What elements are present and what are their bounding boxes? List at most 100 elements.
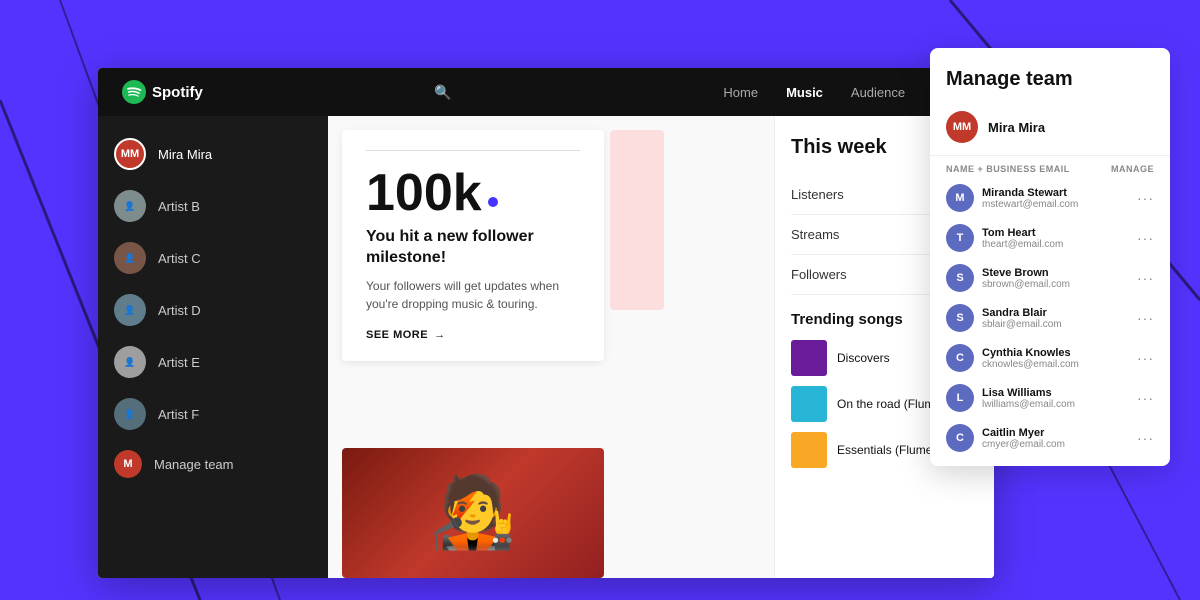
avatar-artist-b: 👤 <box>114 190 146 222</box>
manage-team-owner-name: Mira Mira <box>988 120 1045 135</box>
member-dots-sandra[interactable]: ··· <box>1137 310 1154 326</box>
member-dots-caitlin[interactable]: ··· <box>1137 430 1154 446</box>
manage-team-panel: Manage team MM Mira Mira NAME + BUSINESS… <box>930 48 1170 466</box>
milestone-title: You hit a new follower milestone! <box>366 227 580 269</box>
member-name-miranda: Miranda Stewart <box>982 187 1129 199</box>
member-email-sandra: sblair@email.com <box>982 319 1129 330</box>
spotify-logo-icon <box>122 80 146 104</box>
avatar-artist-d: 👤 <box>114 294 146 326</box>
promo-block <box>610 130 664 310</box>
member-dots-steve[interactable]: ··· <box>1137 270 1154 286</box>
search-icon[interactable]: 🔍 <box>434 84 451 101</box>
milestone-dot <box>488 197 498 207</box>
member-info-caitlin: Caitlin Myer cmyer@email.com <box>982 427 1129 450</box>
app-body: MM Mira Mira 👤 Artist B 👤 Artist C 👤 Art… <box>98 116 994 578</box>
manage-team-badge: M <box>114 450 142 478</box>
avatar-caitlin: C <box>946 424 974 452</box>
member-dots-miranda[interactable]: ··· <box>1137 190 1154 206</box>
member-email-tom: theart@email.com <box>982 239 1129 250</box>
avatar-mira-mira: MM <box>114 138 146 170</box>
member-info-sandra: Sandra Blair sblair@email.com <box>982 307 1129 330</box>
team-member-miranda: M Miranda Stewart mstewart@email.com ··· <box>930 178 1170 218</box>
team-member-steve: S Steve Brown sbrown@email.com ··· <box>930 258 1170 298</box>
manage-team-panel-title: Manage team <box>930 68 1170 103</box>
sidebar-label-artist-e: Artist E <box>158 355 200 370</box>
avatar-tom: T <box>946 224 974 252</box>
avatar-artist-c: 👤 <box>114 242 146 274</box>
member-name-caitlin: Caitlin Myer <box>982 427 1129 439</box>
sidebar-item-artist-e[interactable]: 👤 Artist E <box>98 336 328 388</box>
milestone-card: 100k You hit a new follower milestone! Y… <box>342 130 604 361</box>
logo-text: Spotify <box>152 84 203 101</box>
team-member-sandra: S Sandra Blair sblair@email.com ··· <box>930 298 1170 338</box>
member-dots-tom[interactable]: ··· <box>1137 230 1154 246</box>
member-dots-lisa[interactable]: ··· <box>1137 390 1154 406</box>
member-info-cynthia: Cynthia Knowles cknowles@email.com <box>982 347 1129 370</box>
member-dots-cynthia[interactable]: ··· <box>1137 350 1154 366</box>
avatar-sandra: S <box>946 304 974 332</box>
avatar-artist-e: 👤 <box>114 346 146 378</box>
avatar-cynthia: C <box>946 344 974 372</box>
col-name-email: NAME + BUSINESS EMAIL <box>946 164 1070 174</box>
logo-area: Spotify <box>122 80 203 104</box>
arrow-right-icon: → <box>434 329 446 341</box>
member-email-lisa: lwilliams@email.com <box>982 399 1129 410</box>
milestone-description: Your followers will get updates when you… <box>366 277 580 313</box>
sidebar-item-mira-mira[interactable]: MM Mira Mira <box>98 128 328 180</box>
song-thumb-on-the-road <box>791 386 827 422</box>
see-more-label: SEE MORE <box>366 329 428 341</box>
avatar-artist-f: 👤 <box>114 398 146 430</box>
sidebar-label-artist-c: Artist C <box>158 251 201 266</box>
avatar-miranda: M <box>946 184 974 212</box>
member-email-miranda: mstewart@email.com <box>982 199 1129 210</box>
member-email-cynthia: cknowles@email.com <box>982 359 1129 370</box>
sidebar-label-mira-mira: Mira Mira <box>158 147 212 162</box>
divider <box>366 150 580 151</box>
app-window: Spotify 🔍 Home Music Audience Profile MM… <box>98 68 994 578</box>
sidebar-item-artist-d[interactable]: 👤 Artist D <box>98 284 328 336</box>
member-info-tom: Tom Heart theart@email.com <box>982 227 1129 250</box>
manage-team-owner: MM Mira Mira <box>930 103 1170 156</box>
member-name-steve: Steve Brown <box>982 267 1129 279</box>
col-manage: MANAGE <box>1111 164 1154 174</box>
member-info-steve: Steve Brown sbrown@email.com <box>982 267 1129 290</box>
song-thumb-discovers <box>791 340 827 376</box>
member-info-lisa: Lisa Williams lwilliams@email.com <box>982 387 1129 410</box>
manage-team-owner-avatar: MM <box>946 111 978 143</box>
avatar-lisa: L <box>946 384 974 412</box>
member-name-lisa: Lisa Williams <box>982 387 1129 399</box>
nav-music[interactable]: Music <box>786 85 823 100</box>
sidebar-label-artist-b: Artist B <box>158 199 200 214</box>
member-info-miranda: Miranda Stewart mstewart@email.com <box>982 187 1129 210</box>
team-member-caitlin: C Caitlin Myer cmyer@email.com ··· <box>930 418 1170 458</box>
artist-photo-card: 🧑‍🎤 <box>342 448 604 578</box>
see-more-button[interactable]: SEE MORE → <box>366 329 580 341</box>
sidebar-item-artist-b[interactable]: 👤 Artist B <box>98 180 328 232</box>
sidebar-item-artist-f[interactable]: 👤 Artist F <box>98 388 328 440</box>
team-member-lisa: L Lisa Williams lwilliams@email.com ··· <box>930 378 1170 418</box>
sidebar-item-manage-team[interactable]: M Manage team <box>98 440 328 488</box>
song-name-discovers: Discovers <box>837 351 890 365</box>
sidebar: MM Mira Mira 👤 Artist B 👤 Artist C 👤 Art… <box>98 116 328 578</box>
avatar-steve: S <box>946 264 974 292</box>
member-email-steve: sbrown@email.com <box>982 279 1129 290</box>
song-thumb-essentials <box>791 432 827 468</box>
milestone-number-text: 100k <box>366 167 482 219</box>
sidebar-label-manage-team: Manage team <box>154 457 234 472</box>
sidebar-item-artist-c[interactable]: 👤 Artist C <box>98 232 328 284</box>
sidebar-label-artist-d: Artist D <box>158 303 201 318</box>
nav-home[interactable]: Home <box>723 85 758 100</box>
team-member-tom: T Tom Heart theart@email.com ··· <box>930 218 1170 258</box>
member-name-tom: Tom Heart <box>982 227 1129 239</box>
member-name-sandra: Sandra Blair <box>982 307 1129 319</box>
artist-photo: 🧑‍🎤 <box>342 448 604 578</box>
top-nav: Spotify 🔍 Home Music Audience Profile <box>98 68 994 116</box>
team-member-cynthia: C Cynthia Knowles cknowles@email.com ··· <box>930 338 1170 378</box>
nav-audience[interactable]: Audience <box>851 85 905 100</box>
main-content: 100k You hit a new follower milestone! Y… <box>328 116 994 578</box>
member-email-caitlin: cmyer@email.com <box>982 439 1129 450</box>
sidebar-label-artist-f: Artist F <box>158 407 199 422</box>
team-list-header: NAME + BUSINESS EMAIL MANAGE <box>930 156 1170 178</box>
milestone-number-area: 100k <box>366 167 580 219</box>
member-name-cynthia: Cynthia Knowles <box>982 347 1129 359</box>
